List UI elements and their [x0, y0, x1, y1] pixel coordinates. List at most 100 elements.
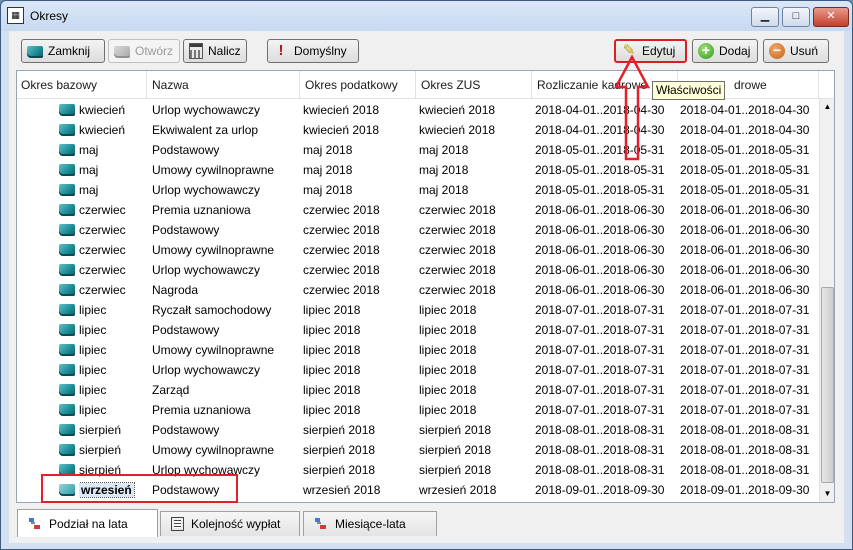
calculator-icon [189, 43, 203, 59]
cell-last: 2018-07-01..2018-07-31 [680, 323, 810, 337]
cell-base: lipiec [79, 403, 107, 417]
delete-button[interactable]: − Usuń [763, 39, 829, 63]
column-header-tax[interactable]: Okres podatkowy [301, 71, 416, 99]
column-header-zus[interactable]: Okres ZUS [417, 71, 532, 99]
maximize-button[interactable]: □ [782, 7, 810, 27]
cell-name: Zarząd [152, 383, 190, 397]
calculate-button[interactable]: Nalicz [183, 39, 247, 63]
cell-tax: kwiecień 2018 [303, 103, 380, 117]
cell-zus: sierpień 2018 [419, 423, 492, 437]
calendar-icon: ▦ [7, 7, 24, 24]
add-button-label: Dodaj [719, 44, 751, 58]
cell-last: 2018-06-01..2018-06-30 [680, 243, 810, 257]
book-icon [27, 46, 43, 58]
close-button[interactable]: Zamknij [21, 39, 105, 63]
table-row[interactable]: sierpień Podstawowy sierpień 2018 sierpień … [17, 420, 817, 440]
cell-rozl: 2018-07-01..2018-07-31 [535, 343, 665, 357]
cell-base: maj [79, 183, 99, 197]
scroll-down-icon[interactable]: ▼ [820, 486, 834, 502]
cell-rozl: 2018-06-01..2018-06-30 [535, 243, 665, 257]
cell-rozl: 2018-07-01..2018-07-31 [535, 303, 665, 317]
tab-podzial-na-lata[interactable]: Podział na lata [17, 509, 158, 537]
minimize-button[interactable]: ▁ [751, 7, 779, 27]
cell-base: sierpień [79, 423, 122, 437]
open-button[interactable]: Otwórz [108, 39, 180, 63]
cell-zus: lipiec 2018 [419, 303, 477, 317]
cell-base: kwiecień [79, 123, 126, 137]
default-button[interactable]: ! Domyślny [267, 39, 359, 63]
cell-zus: lipiec 2018 [419, 383, 477, 397]
table-row[interactable]: lipiec Podstawowy lipiec 2018 lipiec 2018 20… [17, 320, 817, 340]
book-icon [59, 200, 77, 220]
table-row[interactable]: lipiec Premia uznaniowa lipiec 2018 lipiec … [17, 400, 817, 420]
title-bar[interactable]: ▦ Okresy ▁ □ ✕ [1, 1, 852, 31]
cell-zus: czerwiec 2018 [419, 203, 496, 217]
cell-name: Premia uznaniowa [152, 203, 251, 217]
table-row[interactable]: czerwiec Umowy cywilnoprawne czerwiec 2018… [17, 240, 817, 260]
cell-name: Ryczałt samochodowy [152, 303, 272, 317]
cell-base: czerwiec [79, 263, 126, 277]
cell-rozl: 2018-08-01..2018-08-31 [535, 463, 665, 477]
cell-last: 2018-07-01..2018-07-31 [680, 363, 810, 377]
tab-label: Kolejność wypłat [191, 517, 281, 531]
cell-zus: sierpień 2018 [419, 463, 492, 477]
column-header-name[interactable]: Nazwa [148, 71, 300, 99]
book-icon [59, 160, 77, 180]
cell-rozl: 2018-05-01..2018-05-31 [535, 183, 665, 197]
cell-tax: maj 2018 [303, 183, 353, 197]
vertical-scrollbar[interactable]: ▲ ▼ [819, 99, 834, 502]
cell-last: 2018-07-01..2018-07-31 [680, 303, 810, 317]
cell-rozl: 2018-07-01..2018-07-31 [535, 363, 665, 377]
periods-grid[interactable]: Okres bazowy Nazwa Okres podatkowy Okres… [16, 70, 835, 503]
tab-kolejnosc-wyplat[interactable]: Kolejność wypłat [160, 511, 300, 536]
cell-last: 2018-08-01..2018-08-31 [680, 443, 810, 457]
cell-name: Ekwiwalent za urlop [152, 123, 259, 137]
book-icon [59, 400, 77, 420]
cell-base: lipiec [79, 303, 107, 317]
table-row[interactable]: lipiec Urlop wychowawczy lipiec 2018 lipiec… [17, 360, 817, 380]
default-button-label: Domyślny [294, 44, 347, 58]
cell-name: Urlop wychowawczy [152, 363, 261, 377]
cell-last: 2018-08-01..2018-08-31 [680, 463, 810, 477]
cell-rozl: 2018-08-01..2018-08-31 [535, 443, 665, 457]
annotation-arrow-icon [614, 55, 650, 161]
cell-rozl: 2018-08-01..2018-08-31 [535, 423, 665, 437]
close-button-label: Zamknij [48, 44, 91, 58]
cell-zus: lipiec 2018 [419, 343, 477, 357]
tab-miesiace-lata[interactable]: Miesiące-lata [303, 511, 437, 536]
table-row[interactable]: maj Podstawowy maj 2018 maj 2018 2018-05-01.… [17, 140, 817, 160]
table-row[interactable]: czerwiec Urlop wychowawczy czerwiec 2018 cz… [17, 260, 817, 280]
cell-last: 2018-04-01..2018-04-30 [680, 103, 810, 117]
table-row[interactable]: kwiecień Ekwiwalent za urlop kwiecień 2018… [17, 120, 817, 140]
scroll-thumb[interactable] [821, 287, 834, 483]
cell-last: 2018-06-01..2018-06-30 [680, 263, 810, 277]
column-header-base[interactable]: Okres bazowy [17, 71, 147, 99]
delete-button-label: Usuń [790, 44, 819, 58]
table-row[interactable]: lipiec Umowy cywilnoprawne lipiec 2018 lipi… [17, 340, 817, 360]
scroll-up-icon[interactable]: ▲ [820, 99, 834, 115]
table-row[interactable]: lipiec Zarząd lipiec 2018 lipiec 2018 2018-0… [17, 380, 817, 400]
cell-last: 2018-08-01..2018-08-31 [680, 423, 810, 437]
cell-name: Urlop wychowawczy [152, 103, 261, 117]
table-row[interactable]: maj Urlop wychowawczy maj 2018 maj 2018 2018… [17, 180, 817, 200]
cell-last: 2018-07-01..2018-07-31 [680, 343, 810, 357]
table-row[interactable]: czerwiec Nagroda czerwiec 2018 czerwiec 201… [17, 280, 817, 300]
cell-zus: czerwiec 2018 [419, 263, 496, 277]
cell-last: 2018-06-01..2018-06-30 [680, 223, 810, 237]
tree-icon [314, 517, 328, 531]
table-row[interactable]: sierpień Umowy cywilnoprawne sierpień 2018… [17, 440, 817, 460]
cell-rozl: 2018-04-01..2018-04-30 [535, 123, 665, 137]
table-row[interactable]: czerwiec Premia uznaniowa czerwiec 2018 cze… [17, 200, 817, 220]
add-button[interactable]: + Dodaj [692, 39, 758, 63]
book-icon [59, 280, 77, 300]
table-row[interactable]: maj Umowy cywilnoprawne maj 2018 maj 2018 20… [17, 160, 817, 180]
table-row[interactable]: czerwiec Podstawowy czerwiec 2018 czerwiec … [17, 220, 817, 240]
cell-base: maj [79, 143, 99, 157]
cell-name: Podstawowy [152, 323, 220, 337]
close-window-button[interactable]: ✕ [813, 7, 849, 27]
cell-base: sierpień [79, 443, 122, 457]
table-row[interactable]: kwiecień Urlop wychowawczy kwiecień 2018 kw… [17, 100, 817, 120]
cell-base: czerwiec [79, 283, 126, 297]
cell-rozl: 2018-07-01..2018-07-31 [535, 323, 665, 337]
table-row[interactable]: lipiec Ryczałt samochodowy lipiec 2018 lipi… [17, 300, 817, 320]
